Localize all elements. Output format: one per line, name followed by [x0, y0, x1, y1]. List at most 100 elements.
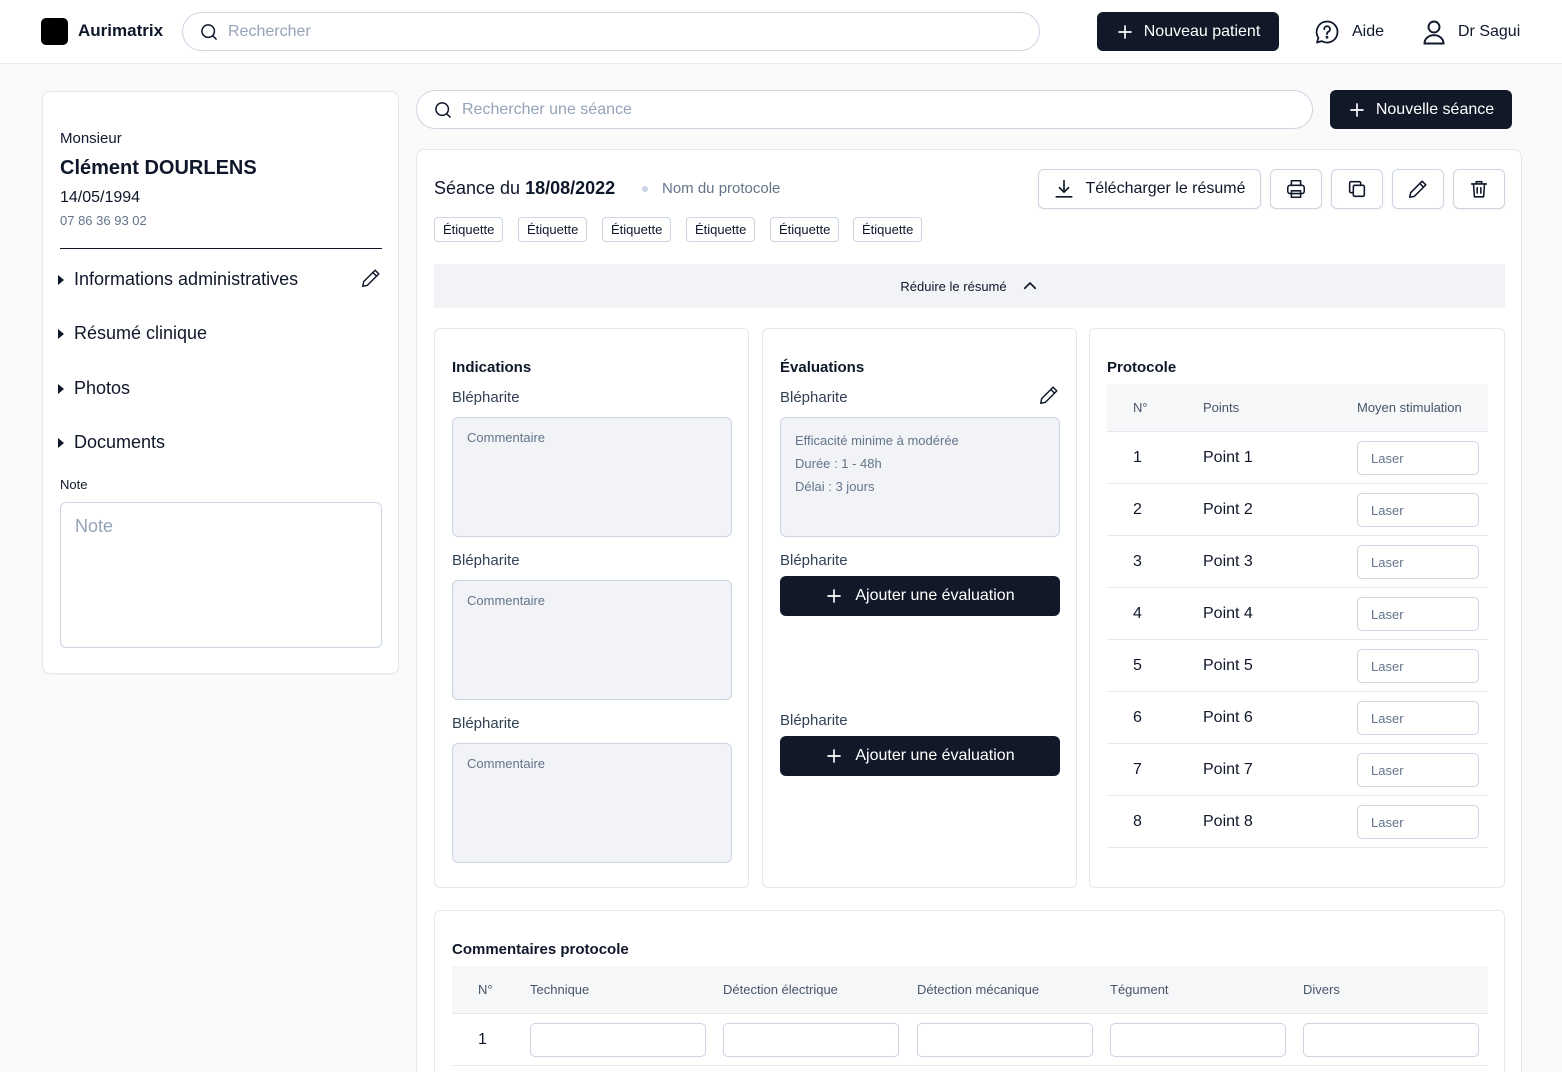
note-label: Note — [60, 477, 88, 492]
stimulation-input[interactable] — [1357, 649, 1479, 683]
table-row: 5 Point 5 — [1107, 640, 1488, 692]
tag-chip[interactable]: Étiquette — [602, 217, 672, 242]
tag-chip[interactable]: Étiquette — [518, 217, 588, 242]
pencil-icon — [1040, 386, 1058, 404]
tag-chip[interactable]: Étiquette — [686, 217, 756, 242]
add-evaluation-button[interactable]: Ajouter une évaluation — [780, 576, 1060, 616]
electrical-detection-input[interactable] — [723, 1023, 899, 1057]
indication-comment-field[interactable] — [452, 417, 732, 537]
section-clinical-summary[interactable]: Résumé clinique — [58, 323, 207, 344]
new-patient-button[interactable]: Nouveau patient — [1097, 12, 1279, 51]
mechanical-detection-input[interactable] — [917, 1023, 1093, 1057]
edit-session-button[interactable] — [1392, 169, 1444, 209]
app-name[interactable]: Aurimatrix — [78, 21, 163, 41]
evaluations-heading: Évaluations — [780, 359, 865, 376]
column-header: Technique — [530, 982, 590, 997]
column-header: Détection mécanique — [917, 982, 1040, 997]
print-button[interactable] — [1270, 169, 1322, 209]
session-search[interactable] — [416, 90, 1313, 129]
misc-input[interactable] — [1303, 1023, 1479, 1057]
pencil-icon — [362, 269, 380, 287]
tag-chip[interactable]: Étiquette — [770, 217, 840, 242]
patient-birthdate: 14/05/1994 — [60, 189, 141, 206]
add-evaluation-button[interactable]: Ajouter une évaluation — [780, 736, 1060, 776]
download-summary-label: Télécharger le résumé — [1085, 180, 1246, 197]
evaluation-label: Blépharite — [780, 552, 848, 569]
user-name: Dr Sagui — [1458, 23, 1521, 40]
point-name: Point 3 — [1203, 553, 1253, 570]
app-logo-icon[interactable] — [41, 18, 68, 45]
patient-civility: Monsieur — [60, 130, 122, 147]
tag-chip[interactable]: Étiquette — [853, 217, 923, 242]
section-label: Résumé clinique — [74, 323, 208, 343]
evaluations-card: Évaluations Blépharite Efficacité minime… — [762, 328, 1077, 888]
new-session-button[interactable]: Nouvelle séance — [1330, 90, 1512, 129]
indication-comment-field[interactable] — [452, 580, 732, 700]
stimulation-input[interactable] — [1357, 753, 1479, 787]
global-search-input[interactable] — [228, 13, 1023, 50]
session-search-input[interactable] — [462, 91, 1296, 128]
help-link[interactable]: Aide — [1314, 19, 1384, 45]
delete-session-button[interactable] — [1453, 169, 1505, 209]
patient-name: Clément DOURLENS — [60, 157, 257, 179]
column-header: N° — [478, 982, 493, 997]
chevron-up-icon — [1023, 282, 1036, 290]
section-label: Informations administratives — [74, 269, 299, 289]
row-number: 3 — [1133, 553, 1142, 570]
caret-right-icon — [58, 274, 64, 285]
point-name: Point 6 — [1203, 709, 1253, 726]
help-label: Aide — [1352, 23, 1385, 40]
edit-evaluation-button[interactable] — [1038, 384, 1060, 406]
column-header: Tégument — [1110, 982, 1169, 997]
point-name: Point 5 — [1203, 657, 1253, 674]
stimulation-input[interactable] — [1357, 597, 1479, 631]
table-row: 4 Point 4 — [1107, 588, 1488, 640]
global-search[interactable] — [182, 12, 1040, 51]
section-admin-info[interactable]: Informations administratives — [58, 269, 298, 290]
add-evaluation-label: Ajouter une évaluation — [855, 587, 1015, 604]
section-label: Photos — [74, 378, 131, 398]
table-row: 7 Point 7 — [1107, 744, 1488, 796]
collapse-summary-toggle[interactable]: Réduire le résumé — [434, 264, 1505, 308]
row-number: 1 — [478, 1031, 487, 1048]
evaluation-duration: Durée : 1 - 48h — [795, 456, 882, 471]
search-icon — [433, 100, 453, 120]
evaluation-summary: Efficacité minime à modérée Durée : 1 - … — [780, 417, 1060, 537]
stimulation-input[interactable] — [1357, 545, 1479, 579]
evaluation-label: Blépharite — [780, 712, 848, 729]
tegument-input[interactable] — [1110, 1023, 1286, 1057]
edit-admin-info-button[interactable] — [360, 267, 382, 289]
evaluation-label: Blépharite — [780, 389, 848, 406]
copy-icon — [1348, 180, 1366, 198]
protocol-heading: Protocole — [1107, 359, 1177, 376]
duplicate-button[interactable] — [1331, 169, 1383, 209]
stimulation-input[interactable] — [1357, 701, 1479, 735]
note-field[interactable] — [60, 502, 382, 648]
stimulation-input[interactable] — [1357, 441, 1479, 475]
caret-right-icon — [58, 328, 64, 339]
patient-card: Monsieur Clément DOURLENS 14/05/1994 07 … — [42, 91, 399, 674]
user-menu[interactable]: Dr Sagui — [1422, 19, 1520, 45]
row-number: 6 — [1133, 709, 1142, 726]
plus-icon — [827, 749, 842, 763]
indications-heading: Indications — [452, 359, 532, 376]
stimulation-input[interactable] — [1357, 493, 1479, 527]
indication-comment-field[interactable] — [452, 743, 732, 863]
technique-input[interactable] — [530, 1023, 706, 1057]
stimulation-input[interactable] — [1357, 805, 1479, 839]
row-number: 4 — [1133, 605, 1142, 622]
plus-icon — [1117, 24, 1132, 39]
row-number: 7 — [1133, 761, 1142, 778]
row-number: 5 — [1133, 657, 1142, 674]
table-row: 8 Point 8 — [1107, 796, 1488, 848]
protocol-name: Nom du protocole — [662, 180, 781, 197]
section-photos[interactable]: Photos — [58, 378, 130, 399]
row-number: 1 — [1133, 449, 1142, 466]
search-icon — [199, 22, 219, 42]
trash-icon — [1470, 180, 1488, 198]
table-row: 2 Point 2 — [1107, 484, 1488, 536]
point-name: Point 2 — [1203, 501, 1253, 518]
section-documents[interactable]: Documents — [58, 432, 165, 453]
tag-chip[interactable]: Étiquette — [434, 217, 504, 242]
download-summary-button[interactable]: Télécharger le résumé — [1038, 169, 1261, 209]
